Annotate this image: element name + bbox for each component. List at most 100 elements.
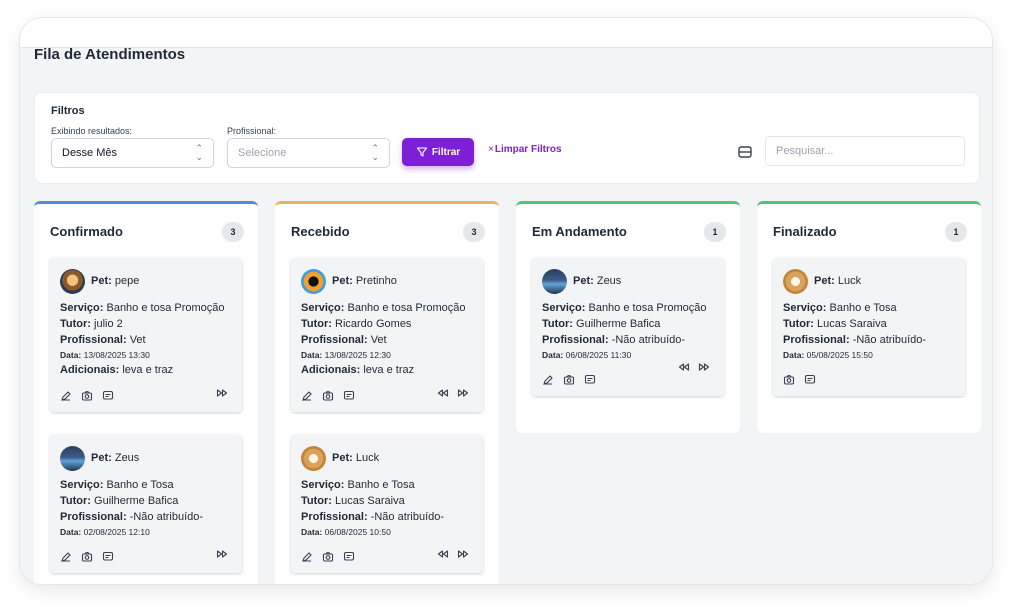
- professional-label: Profissional:: [301, 511, 368, 523]
- tutor-value: Guilherme Bafica: [94, 495, 179, 507]
- date-value: 05/08/2025 15:50: [806, 350, 873, 360]
- message-icon[interactable]: [804, 374, 816, 386]
- app-window: Fila de Atendimentos Filtros Exibindo re…: [20, 18, 992, 584]
- service-value: Banho e Tosa: [106, 479, 174, 491]
- extras-value: leva e traz: [122, 364, 174, 376]
- column-title: Recebido: [291, 224, 350, 239]
- message-icon[interactable]: [102, 551, 114, 563]
- appointment-card[interactable]: Pet: pepe Serviço: Banho e tosa Promoção…: [50, 258, 242, 412]
- message-icon[interactable]: [343, 551, 355, 563]
- message-icon[interactable]: [584, 374, 596, 386]
- tutor-value: Ricardo Gomes: [335, 318, 412, 330]
- pet-avatar: [60, 445, 85, 471]
- pet-label: Pet:: [332, 452, 353, 464]
- fast-forward-icon[interactable]: [457, 387, 469, 399]
- message-icon[interactable]: [343, 390, 355, 402]
- camera-icon[interactable]: [81, 551, 93, 563]
- page-title: Fila de Atendimentos: [34, 46, 186, 63]
- pet-avatar: [783, 268, 808, 294]
- appointment-card[interactable]: Pet: Pretinho Serviço: Banho e tosa Prom…: [291, 258, 483, 412]
- date-value: 13/08/2025 13:30: [83, 350, 150, 360]
- pet-name: Zeus: [596, 275, 622, 287]
- tutor-label: Tutor:: [783, 318, 814, 330]
- column-recebido: Recebido 3 Pet: Pretinho Serviço: Banho …: [275, 201, 499, 584]
- message-icon[interactable]: [102, 390, 114, 402]
- pet-name: Luck: [837, 275, 862, 287]
- search-input[interactable]: [765, 136, 965, 166]
- tutor-value: Guilherme Bafica: [576, 318, 661, 330]
- pet-label: Pet:: [573, 275, 594, 287]
- extras-value: leva e traz: [363, 364, 415, 376]
- funnel-icon: [416, 146, 428, 158]
- column-count-badge: 3: [463, 222, 485, 242]
- service-label: Serviço:: [60, 302, 104, 314]
- rewind-icon[interactable]: [437, 548, 449, 560]
- period-select[interactable]: Desse Mês ⌃ ⌄: [51, 138, 214, 168]
- camera-icon[interactable]: [322, 390, 334, 402]
- date-label: Data:: [542, 350, 564, 360]
- clear-filters-button[interactable]: ×Limpar Filtros: [488, 144, 562, 155]
- date-label: Data:: [301, 350, 323, 360]
- service-label: Serviço:: [542, 302, 586, 314]
- edit-icon[interactable]: [542, 374, 554, 386]
- select-arrows-icon: ⌃ ⌄: [195, 143, 203, 162]
- tutor-value: Lucas Saraiva: [335, 495, 405, 507]
- extras-label: Adicionais:: [301, 364, 361, 376]
- exibindo-label: Exibindo resultados:: [51, 126, 133, 136]
- pet-label: Pet:: [814, 275, 835, 287]
- appointment-card[interactable]: Pet: Luck Serviço: Banho e Tosa Tutor: L…: [773, 258, 965, 396]
- filters-panel: Filtros Exibindo resultados: Desse Mês ⌃…: [34, 92, 980, 184]
- close-icon: ×: [488, 144, 494, 155]
- edit-icon[interactable]: [301, 551, 313, 563]
- pet-name: Pretinho: [355, 275, 397, 287]
- fast-forward-icon[interactable]: [457, 548, 469, 560]
- date-label: Data:: [783, 350, 805, 360]
- profissional-label: Profissional:: [227, 126, 277, 136]
- date-label: Data:: [60, 527, 82, 537]
- professional-select[interactable]: Selecione ⌃ ⌄: [227, 138, 390, 168]
- date-value: 13/08/2025 12:30: [324, 350, 391, 360]
- service-value: Banho e Tosa: [829, 302, 897, 314]
- rewind-icon[interactable]: [437, 387, 449, 399]
- service-value: Banho e tosa Promoção: [106, 302, 225, 314]
- edit-icon[interactable]: [60, 390, 72, 402]
- fast-forward-icon[interactable]: [216, 548, 228, 560]
- column-em-andamento: Em Andamento 1 Pet: Zeus Serviço: Banho …: [516, 201, 740, 433]
- date-value: 06/08/2025 11:30: [565, 350, 632, 360]
- pet-avatar: [301, 445, 326, 471]
- filter-button[interactable]: Filtrar: [402, 138, 474, 166]
- fast-forward-icon[interactable]: [698, 361, 710, 373]
- fast-forward-icon[interactable]: [216, 387, 228, 399]
- clear-filters-label: Limpar Filtros: [494, 144, 562, 155]
- professional-select-placeholder: Selecione: [238, 147, 287, 159]
- pet-avatar: [301, 268, 326, 294]
- professional-label: Profissional:: [60, 511, 127, 523]
- column-finalizado: Finalizado 1 Pet: Luck Serviço: Banho e …: [757, 201, 981, 433]
- professional-value: Vet: [370, 334, 387, 346]
- tutor-value: Lucas Saraiva: [817, 318, 887, 330]
- column-count-badge: 1: [945, 222, 967, 242]
- service-label: Serviço:: [60, 479, 104, 491]
- camera-icon[interactable]: [81, 390, 93, 402]
- camera-icon[interactable]: [322, 551, 334, 563]
- appointment-card[interactable]: Pet: Zeus Serviço: Banho e Tosa Tutor: G…: [50, 435, 242, 573]
- camera-icon[interactable]: [563, 374, 575, 386]
- column-title: Finalizado: [773, 224, 837, 239]
- column-confirmado: Confirmado 3 Pet: pepe Serviço: Banho e …: [34, 201, 258, 584]
- camera-icon[interactable]: [783, 374, 795, 386]
- rewind-icon[interactable]: [678, 361, 690, 373]
- filters-title: Filtros: [51, 105, 85, 117]
- period-select-value: Desse Mês: [62, 147, 118, 159]
- pet-avatar: [542, 268, 567, 294]
- service-value: Banho e tosa Promoção: [347, 302, 466, 314]
- service-label: Serviço:: [301, 302, 345, 314]
- professional-value: Vet: [129, 334, 146, 346]
- column-title: Confirmado: [50, 224, 123, 239]
- appointment-card[interactable]: Pet: Zeus Serviço: Banho e tosa Promoção…: [532, 258, 724, 396]
- edit-icon[interactable]: [60, 551, 72, 563]
- edit-icon[interactable]: [301, 390, 313, 402]
- extras-label: Adicionais:: [60, 364, 120, 376]
- tutor-label: Tutor:: [60, 318, 91, 330]
- layout-toggle-icon[interactable]: [735, 142, 755, 162]
- appointment-card[interactable]: Pet: Luck Serviço: Banho e Tosa Tutor: L…: [291, 435, 483, 573]
